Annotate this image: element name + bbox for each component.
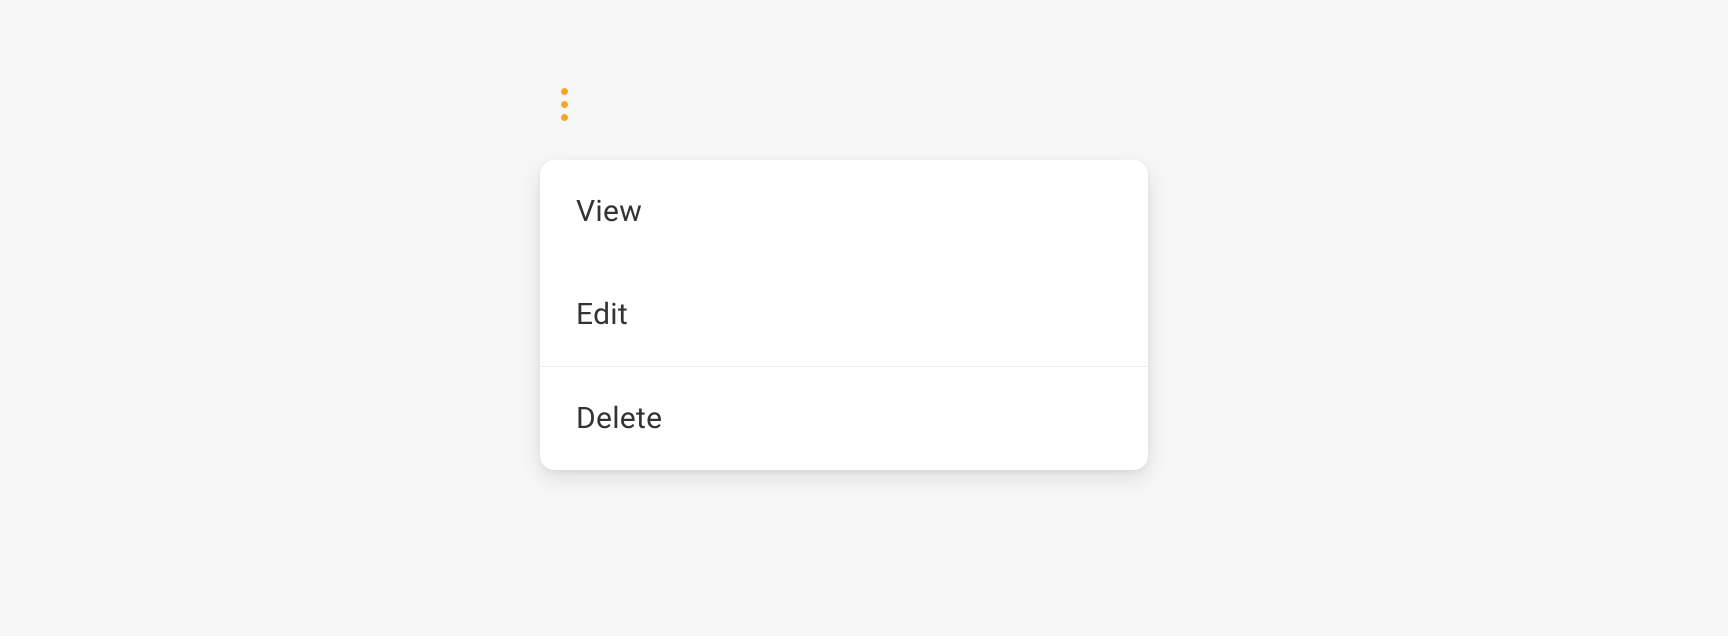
dropdown-menu-panel: View Edit Delete <box>540 160 1148 470</box>
menu-trigger-button[interactable] <box>540 80 588 128</box>
menu-item-view[interactable]: View <box>540 160 1148 263</box>
menu-item-delete[interactable]: Delete <box>540 367 1148 470</box>
menu-item-label: View <box>576 194 642 229</box>
menu-item-label: Edit <box>576 297 628 332</box>
menu-wrapper: View Edit Delete <box>540 80 588 128</box>
more-vert-icon <box>561 88 568 121</box>
menu-item-edit[interactable]: Edit <box>540 263 1148 366</box>
menu-item-label: Delete <box>576 401 662 436</box>
